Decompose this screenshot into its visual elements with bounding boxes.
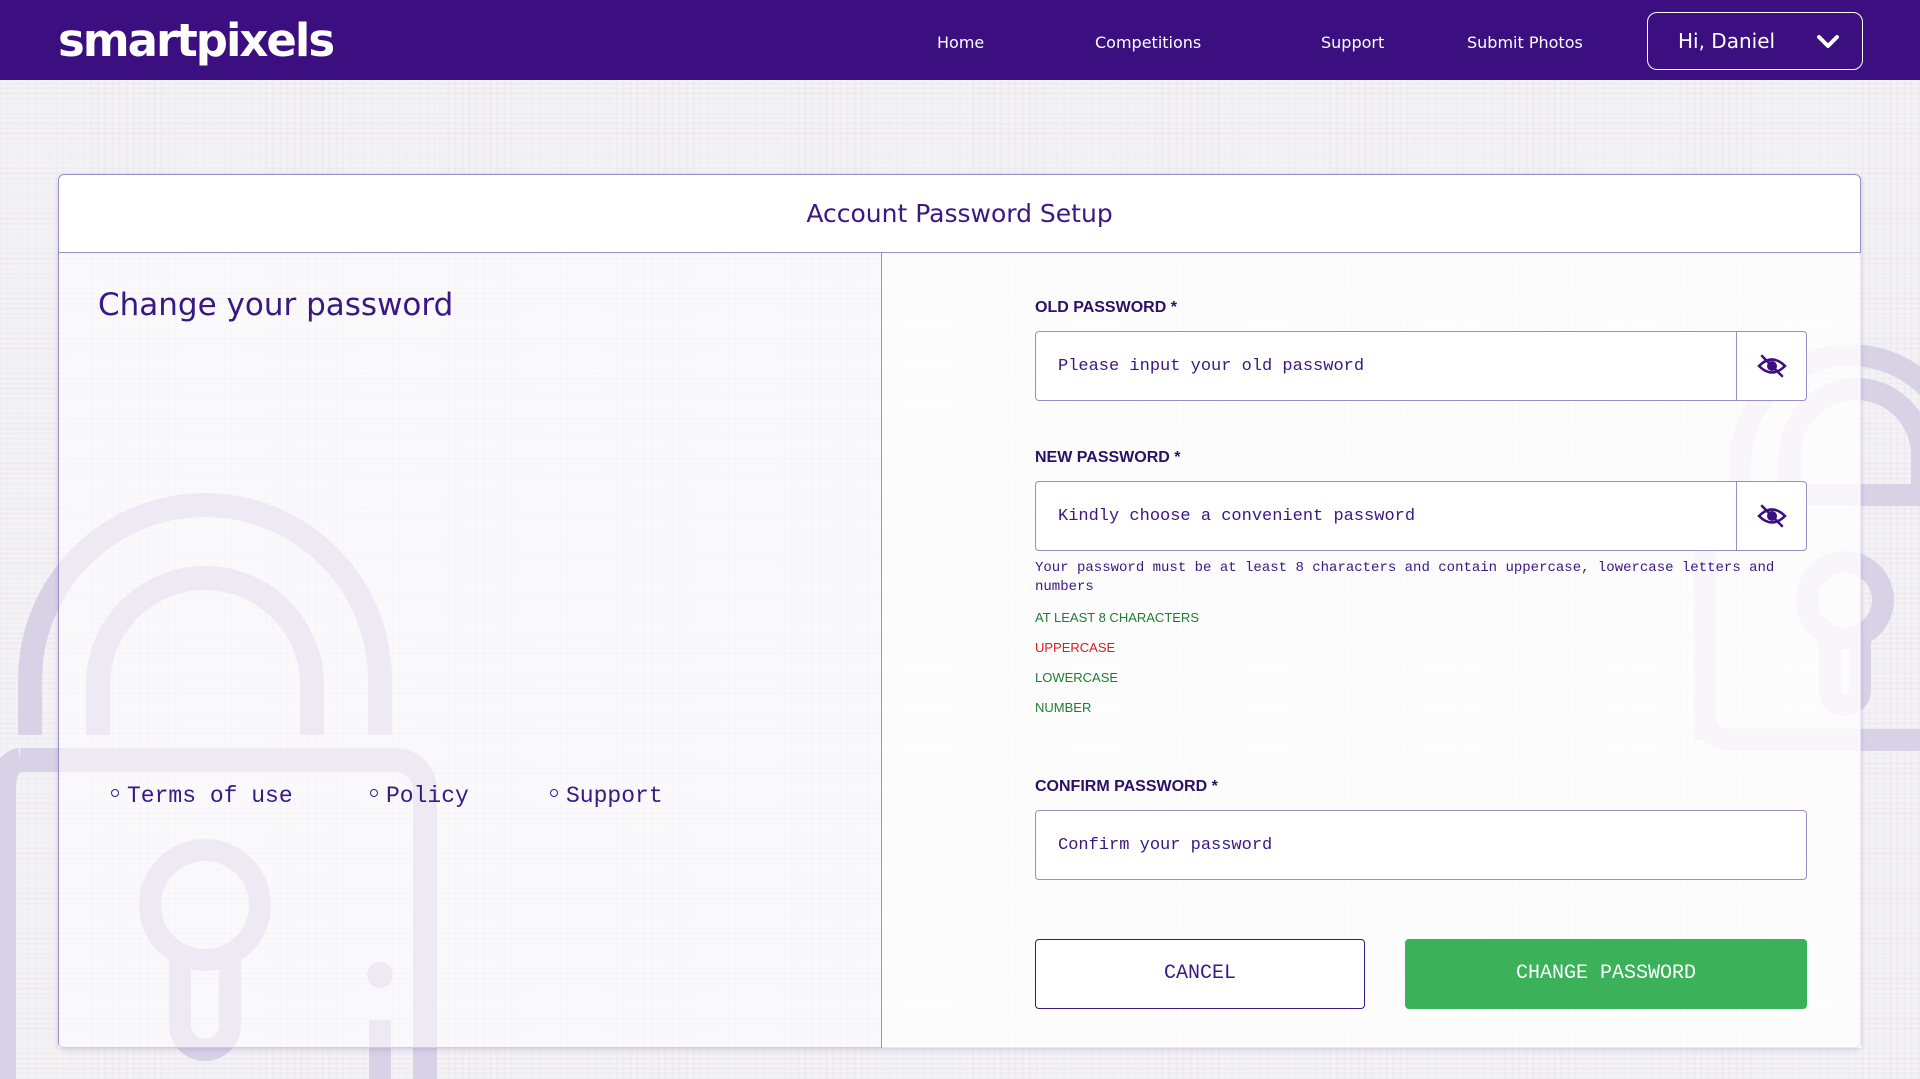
- old-password-field: [1035, 331, 1807, 401]
- bullet-icon: [370, 788, 378, 797]
- bullet-icon: [550, 788, 558, 797]
- nav-support[interactable]: Support: [1321, 33, 1384, 52]
- card-title: Account Password Setup: [806, 199, 1113, 228]
- rule-lowercase: LOWERCASE: [1035, 670, 1119, 685]
- password-hint: Your password must be at least 8 charact…: [1035, 560, 1775, 595]
- footer-link-support-label: Support: [566, 783, 663, 809]
- left-panel: Change your password Terms of use Policy…: [59, 253, 881, 1048]
- top-navbar: smartpixels Home Competitions Support Su…: [0, 0, 1920, 80]
- new-password-visibility-toggle[interactable]: [1736, 482, 1806, 550]
- chevron-down-icon: [1817, 35, 1839, 48]
- old-password-input[interactable]: [1058, 332, 1718, 400]
- confirm-password-label: CONFIRM PASSWORD *: [1035, 778, 1218, 795]
- user-menu-button[interactable]: Hi, Daniel: [1647, 12, 1863, 70]
- brand-logo[interactable]: smartpixels: [58, 14, 335, 67]
- confirm-password-input[interactable]: [1058, 811, 1718, 879]
- rule-number: NUMBER: [1035, 700, 1092, 715]
- footer-link-terms[interactable]: Terms of use: [111, 783, 293, 809]
- card-header: Account Password Setup: [59, 175, 1860, 253]
- password-setup-card: Account Password Setup Change your passw…: [58, 174, 1861, 1048]
- rule-min-length: AT LEAST 8 CHARACTERS: [1035, 610, 1199, 625]
- confirm-password-field: [1035, 810, 1807, 880]
- rule-uppercase: UPPERCASE: [1035, 640, 1116, 655]
- nav-home[interactable]: Home: [937, 33, 984, 52]
- footer-link-policy-label: Policy: [386, 783, 469, 809]
- eye-slash-icon: [1757, 354, 1787, 378]
- footer-link-terms-label: Terms of use: [127, 783, 293, 809]
- footer-link-support[interactable]: Support: [550, 783, 663, 809]
- eye-slash-icon: [1757, 504, 1787, 528]
- password-form: OLD PASSWORD * NEW PASSWORD * Your passw…: [882, 253, 1861, 1048]
- new-password-label: NEW PASSWORD *: [1035, 449, 1181, 466]
- old-password-visibility-toggle[interactable]: [1736, 332, 1806, 400]
- nav-competitions[interactable]: Competitions: [1095, 33, 1201, 52]
- new-password-field: [1035, 481, 1807, 551]
- user-greeting: Hi, Daniel: [1678, 29, 1776, 53]
- nav-submit-photos[interactable]: Submit Photos: [1467, 33, 1583, 52]
- bullet-icon: [111, 788, 119, 797]
- cancel-button[interactable]: CANCEL: [1035, 939, 1365, 1009]
- old-password-label: OLD PASSWORD *: [1035, 299, 1177, 316]
- footer-link-policy[interactable]: Policy: [370, 783, 469, 809]
- change-password-button[interactable]: CHANGE PASSWORD: [1405, 939, 1807, 1009]
- new-password-input[interactable]: [1058, 482, 1718, 550]
- left-panel-title: Change your password: [98, 287, 454, 323]
